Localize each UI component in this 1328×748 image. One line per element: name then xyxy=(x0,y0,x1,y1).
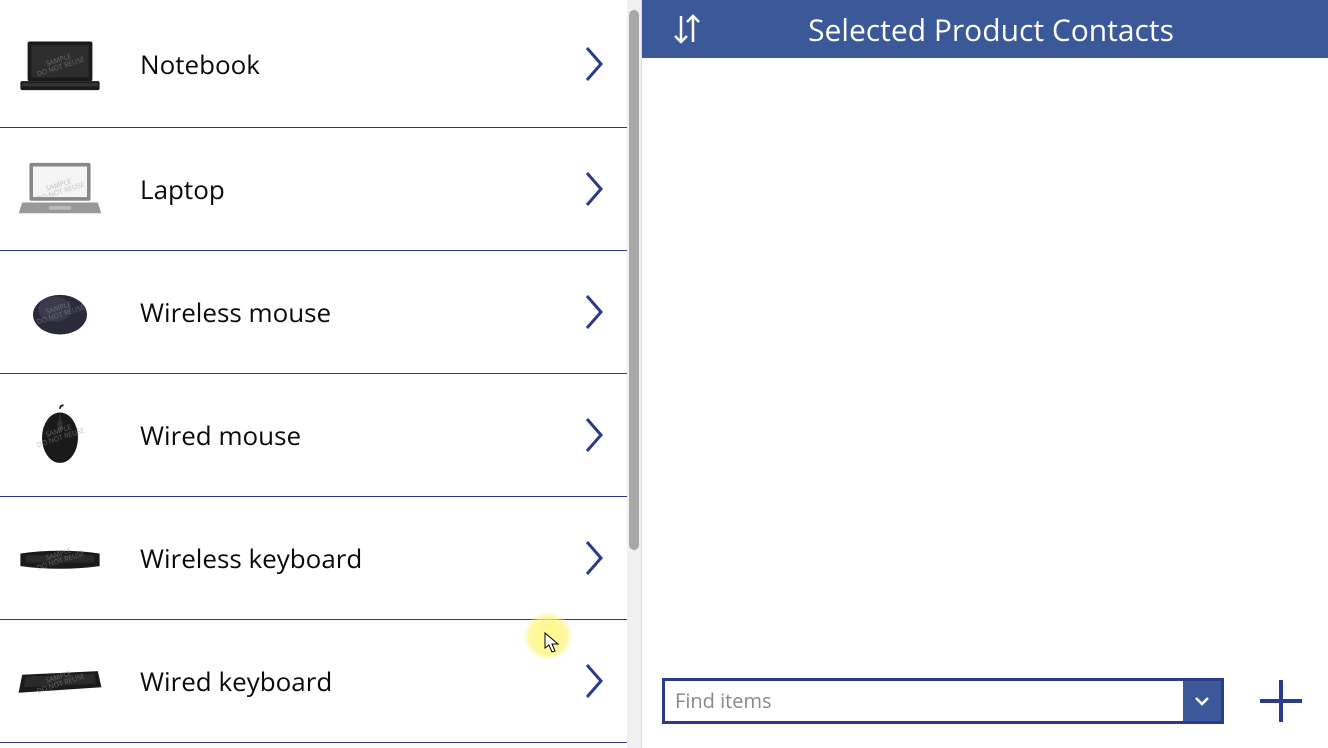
find-items-dropdown-button[interactable] xyxy=(1183,681,1221,721)
list-item[interactable]: SAMPLEDO NOT REUSE Wireless keyboard xyxy=(0,497,627,620)
product-list: SAMPLEDO NOT REUSE Notebook SAMPLEDO NO xyxy=(0,0,627,743)
scrollbar-track[interactable] xyxy=(627,0,641,748)
chevron-right-icon xyxy=(583,538,607,578)
contacts-header: Selected Product Contacts xyxy=(642,0,1328,58)
add-button[interactable] xyxy=(1254,674,1308,728)
app-root: SAMPLEDO NOT REUSE Notebook SAMPLEDO NO xyxy=(0,0,1328,748)
sort-icon[interactable] xyxy=(670,12,704,46)
product-label: Notebook xyxy=(140,46,583,82)
product-label: Wired mouse xyxy=(140,417,583,453)
list-item[interactable]: SAMPLEDO NOT REUSE Wired mouse xyxy=(0,374,627,497)
list-item[interactable]: SAMPLEDO NOT REUSE Laptop xyxy=(0,128,627,251)
scrollbar-thumb[interactable] xyxy=(629,10,639,550)
chevron-right-icon xyxy=(583,169,607,209)
product-image-wireless-keyboard: SAMPLEDO NOT REUSE xyxy=(10,518,110,598)
product-image-laptop: SAMPLEDO NOT REUSE xyxy=(10,149,110,229)
chevron-right-icon xyxy=(583,44,607,84)
chevron-right-icon xyxy=(583,415,607,455)
contacts-panel: Selected Product Contacts xyxy=(642,0,1328,748)
contacts-body xyxy=(642,58,1328,673)
product-label: Wired keyboard xyxy=(140,663,583,699)
list-item[interactable]: SAMPLEDO NOT REUSE Wired keyboard xyxy=(0,620,627,743)
product-image-wired-mouse: SAMPLEDO NOT REUSE xyxy=(10,395,110,475)
chevron-right-icon xyxy=(583,292,607,332)
list-item[interactable]: SAMPLEDO NOT REUSE Wireless mouse xyxy=(0,251,627,374)
contacts-title: Selected Product Contacts xyxy=(724,9,1258,50)
product-label: Wireless keyboard xyxy=(140,540,583,576)
chevron-right-icon xyxy=(583,661,607,701)
find-items-combobox[interactable] xyxy=(662,678,1224,724)
product-image-wired-keyboard: SAMPLEDO NOT REUSE xyxy=(10,641,110,721)
product-image-wireless-mouse: SAMPLEDO NOT REUSE xyxy=(10,272,110,352)
product-image-notebook: SAMPLEDO NOT REUSE xyxy=(10,24,110,104)
product-label: Wireless mouse xyxy=(140,294,583,330)
product-label: Laptop xyxy=(140,171,583,207)
contacts-footer xyxy=(642,673,1328,748)
find-items-input[interactable] xyxy=(665,681,1183,721)
product-list-panel: SAMPLEDO NOT REUSE Notebook SAMPLEDO NO xyxy=(0,0,642,748)
list-item[interactable]: SAMPLEDO NOT REUSE Notebook xyxy=(0,0,627,128)
